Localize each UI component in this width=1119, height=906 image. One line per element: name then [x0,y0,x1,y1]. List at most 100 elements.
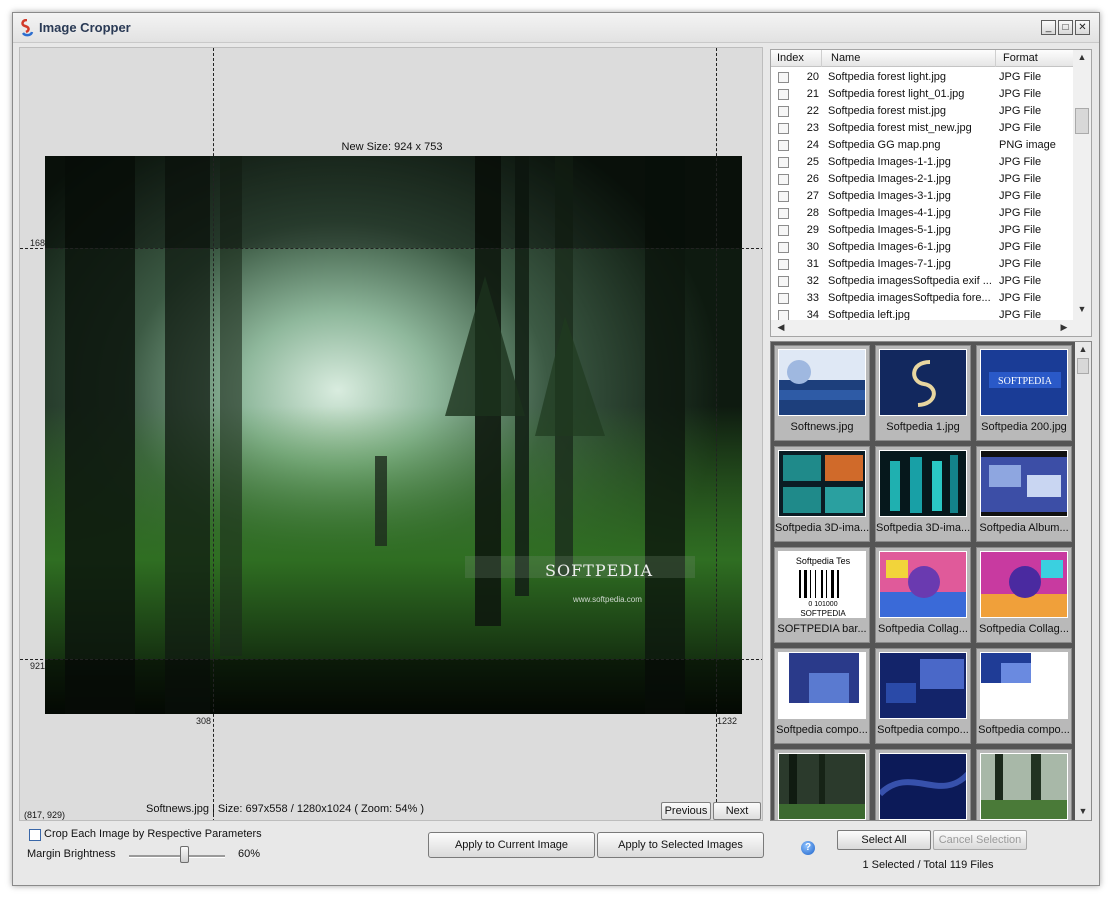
file-row[interactable]: 25 Softpedia Images-1-1.jpg JPG File [771,154,1073,171]
select-all-button[interactable]: Select All [837,830,931,850]
scroll-right-icon[interactable]: ▶ [1056,322,1072,333]
thumbnail-image [880,552,966,617]
file-row[interactable]: 26 Softpedia Images-2-1.jpg JPG File [771,171,1073,188]
crop-guide-bottom[interactable] [20,659,762,660]
file-checkbox[interactable] [778,72,789,83]
ruler-bottom-value: 921 [30,661,46,671]
scroll-up-icon[interactable]: ▲ [1075,344,1091,354]
thumbnail-caption: Softpedia Collag... [979,623,1069,635]
file-checkbox[interactable] [778,106,789,117]
file-checkbox[interactable] [778,191,789,202]
column-name[interactable]: Name [831,52,860,64]
apply-current-button[interactable]: Apply to Current Image [428,832,595,858]
thumbnail-tile[interactable]: Softpedia Album... [976,446,1072,542]
thumbnail-tile[interactable]: Softpedia compo... [875,648,971,744]
column-index[interactable]: Index [777,52,804,64]
thumbnail-picture [879,652,967,719]
file-row[interactable]: 20 Softpedia forest light.jpg JPG File [771,69,1073,86]
file-row[interactable]: 32 Softpedia imagesSoftpedia exif ... JPG … [771,273,1073,290]
thumbnail-grid[interactable]: Softnews.jpg Softpedia 1.jpg SOFTPEDIA Soft… [770,341,1092,821]
file-name: Softpedia Images-2-1.jpg [828,173,951,185]
thumbnail-tile[interactable]: Softpedia 1.jpg [875,345,971,441]
file-row[interactable]: 29 Softpedia Images-5-1.jpg JPG File [771,222,1073,239]
barcode-digits: 0 101000 [808,601,837,608]
thumbnail-tile[interactable]: Softpedia Tes 0 101000 SOFTPEDIA SOFTPEDIA … [774,547,870,643]
image-preview-area[interactable]: New Size: 924 x 753 SOFTPEDIA www.softpe… [19,47,763,821]
preview-image[interactable]: SOFTPEDIA www.softpedia.com [45,156,742,714]
thumbnail-image [880,754,966,819]
close-button[interactable]: ✕ [1075,20,1090,35]
thumbnail-tile[interactable]: Softnews.jpg [774,345,870,441]
scroll-thumb[interactable] [1077,358,1089,374]
file-row[interactable]: 31 Softpedia Images-7-1.jpg JPG File [771,256,1073,273]
cancel-selection-button[interactable]: Cancel Selection [933,830,1027,850]
file-list-header: Index Name Format [771,50,1073,67]
file-row[interactable]: 21 Softpedia forest light_01.jpg JPG File [771,86,1073,103]
file-checkbox[interactable] [778,276,789,287]
help-icon[interactable]: ? [801,841,815,855]
thumbnail-tile[interactable]: Softpedia Collag... [976,547,1072,643]
watermark-text: SOFTPEDIA [545,561,653,580]
thumbnail-tile[interactable]: Softpedia Collag... [875,547,971,643]
thumbnail-tile[interactable] [774,749,870,820]
margin-brightness-thumb[interactable] [180,846,189,863]
scroll-left-icon[interactable]: ◀ [773,322,789,333]
margin-brightness-slider[interactable] [129,855,225,858]
scroll-down-icon[interactable]: ▼ [1074,304,1090,314]
thumbnail-tile[interactable]: Softpedia compo... [976,648,1072,744]
scroll-up-icon[interactable]: ▲ [1074,52,1090,62]
scroll-down-icon[interactable]: ▼ [1075,806,1091,816]
apply-selected-button[interactable]: Apply to Selected Images [597,832,764,858]
file-name: Softpedia Images-1-1.jpg [828,156,951,168]
maximize-button[interactable]: □ [1058,20,1073,35]
thumbnail-tile[interactable]: SOFTPEDIA Softpedia 200.jpg [976,345,1072,441]
thumbnail-picture [980,652,1068,719]
file-checkbox[interactable] [778,208,789,219]
thumbnail-tile[interactable] [976,749,1072,820]
file-format: JPG File [999,292,1042,304]
file-format: JPG File [999,275,1042,287]
scroll-thumb[interactable] [1075,108,1089,134]
thumbnail-image [779,451,865,516]
previous-button[interactable]: Previous [661,802,711,820]
svg-text:SOFTPEDIA: SOFTPEDIA [998,376,1053,387]
file-list-hscrollbar[interactable]: ◀ ▶ [771,320,1091,336]
file-row[interactable]: 33 Softpedia imagesSoftpedia fore... JPG F… [771,290,1073,307]
minimize-button[interactable]: _ [1041,20,1056,35]
file-row[interactable]: 30 Softpedia Images-6-1.jpg JPG File [771,239,1073,256]
thumbnail-tile[interactable] [875,749,971,820]
file-name: Softpedia Images-7-1.jpg [828,258,951,270]
file-checkbox[interactable] [778,242,789,253]
thumbnail-vscrollbar[interactable]: ▲ ▼ [1075,342,1091,820]
file-row[interactable]: 28 Softpedia Images-4-1.jpg JPG File [771,205,1073,222]
thumbnail-image [981,754,1067,819]
file-checkbox[interactable] [778,89,789,100]
file-checkbox[interactable] [778,225,789,236]
file-checkbox[interactable] [778,174,789,185]
crop-guide-left[interactable] [213,48,214,820]
thumbnail-picture [778,652,866,719]
file-checkbox[interactable] [778,123,789,134]
file-list-vscrollbar[interactable]: ▲ ▼ [1073,50,1091,320]
file-row[interactable]: 27 Softpedia Images-3-1.jpg JPG File [771,188,1073,205]
crop-guide-top[interactable] [20,248,762,249]
file-name: Softpedia imagesSoftpedia exif ... [828,275,992,287]
next-button[interactable]: Next [713,802,761,820]
file-row[interactable]: 23 Softpedia forest mist_new.jpg JPG File [771,120,1073,137]
file-checkbox[interactable] [778,157,789,168]
file-checkbox[interactable] [778,140,789,151]
crop-each-checkbox[interactable] [29,829,41,841]
crop-guide-right[interactable] [716,48,717,820]
file-format: JPG File [999,207,1042,219]
thumbnail-caption: Softpedia 3D-ima... [876,522,970,534]
file-list[interactable]: Index Name Format 20 Softpedia forest lig… [770,49,1092,337]
file-checkbox[interactable] [778,259,789,270]
file-row[interactable]: 22 Softpedia forest mist.jpg JPG File [771,103,1073,120]
thumbnail-caption: Softnews.jpg [790,421,854,433]
thumbnail-tile[interactable]: Softpedia compo... [774,648,870,744]
thumbnail-tile[interactable]: Softpedia 3D-ima... [774,446,870,542]
column-format[interactable]: Format [1003,52,1038,64]
file-checkbox[interactable] [778,293,789,304]
thumbnail-tile[interactable]: Softpedia 3D-ima... [875,446,971,542]
file-row[interactable]: 24 Softpedia GG map.png PNG image [771,137,1073,154]
